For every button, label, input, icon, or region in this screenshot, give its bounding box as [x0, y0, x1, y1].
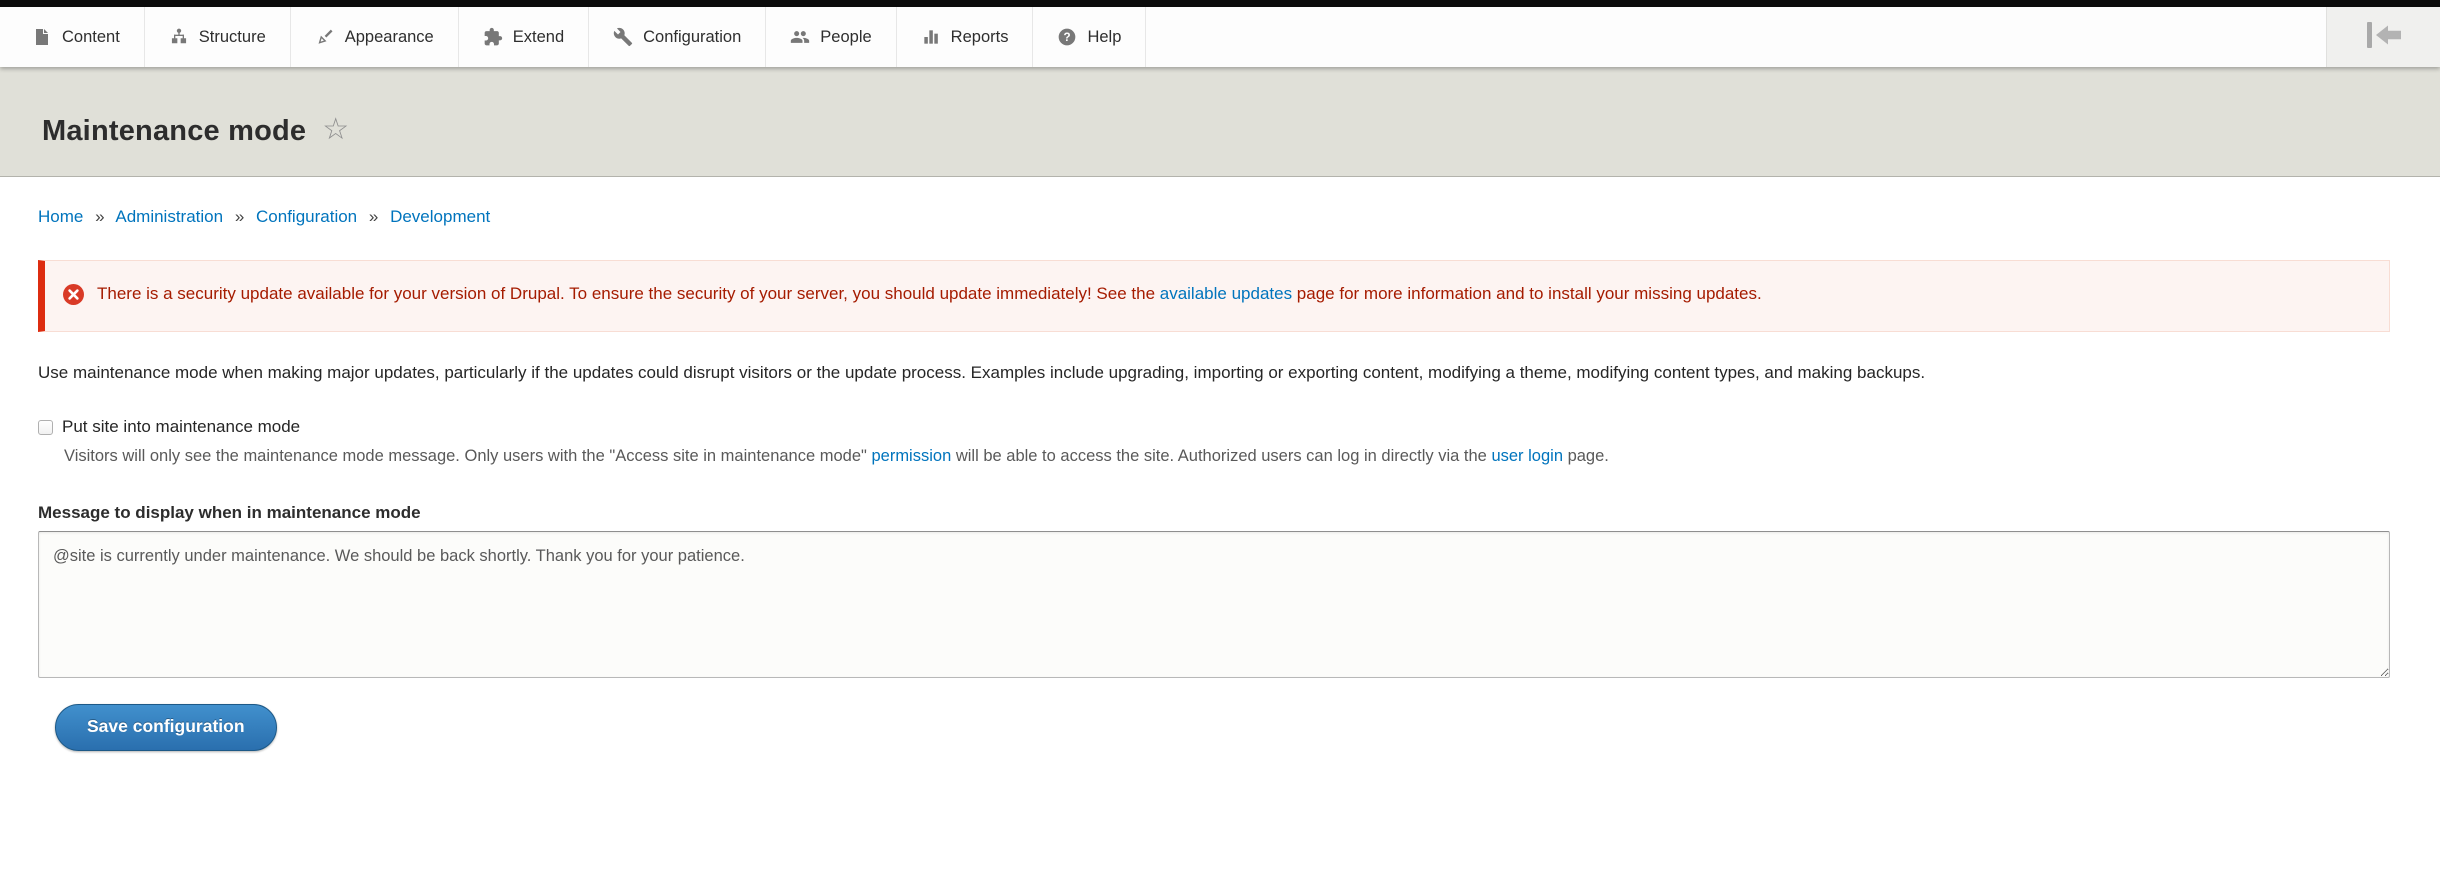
user-login-link[interactable]: user login: [1491, 447, 1563, 465]
toolbar-spacer: [1146, 7, 2326, 67]
description-text-after: page.: [1563, 447, 1609, 465]
admin-top-strip: [0, 0, 2440, 7]
collapse-toolbar-icon: [2367, 22, 2401, 53]
help-icon: ?: [1057, 27, 1077, 47]
toolbar-item-extend[interactable]: Extend: [459, 7, 589, 67]
message-field-label: Message to display when in maintenance m…: [38, 503, 2390, 523]
error-message-box: There is a security update available for…: [38, 260, 2390, 332]
toolbar-item-label: Content: [62, 28, 120, 47]
toolbar-item-structure[interactable]: Structure: [145, 7, 291, 67]
star-outline-icon[interactable]: ☆: [322, 115, 349, 145]
toolbar-item-appearance[interactable]: Appearance: [291, 7, 459, 67]
description-text-before: Visitors will only see the maintenance m…: [64, 447, 871, 465]
breadcrumb-separator: »: [235, 207, 244, 226]
error-text-after: page for more information and to install…: [1292, 284, 1762, 303]
collapse-toolbar-button[interactable]: [2326, 7, 2440, 67]
admin-toolbar: Content Structure Appearance Extend Conf…: [0, 7, 2440, 67]
breadcrumb-link-home[interactable]: Home: [38, 207, 83, 226]
error-message-text: There is a security update available for…: [97, 278, 1762, 310]
breadcrumb-link-configuration[interactable]: Configuration: [256, 207, 357, 226]
maintenance-mode-checkbox[interactable]: [38, 420, 53, 435]
toolbar-item-configuration[interactable]: Configuration: [589, 7, 766, 67]
maintenance-mode-description: Visitors will only see the maintenance m…: [64, 444, 2390, 469]
toolbar-item-label: Appearance: [345, 28, 434, 47]
page-header: Maintenance mode ☆: [0, 67, 2440, 177]
wrench-icon: [613, 27, 633, 47]
maintenance-message-textarea[interactable]: @site is currently under maintenance. We…: [38, 531, 2390, 678]
breadcrumb-separator: »: [95, 207, 104, 226]
page-title: Maintenance mode: [42, 115, 306, 148]
maintenance-mode-checkbox-row: Put site into maintenance mode: [38, 417, 2390, 437]
toolbar-item-label: Reports: [951, 28, 1009, 47]
paintbrush-icon: [315, 27, 335, 47]
toolbar-item-label: Help: [1087, 28, 1121, 47]
toolbar-item-help[interactable]: ? Help: [1033, 7, 1146, 67]
maintenance-intro-text: Use maintenance mode when making major u…: [38, 358, 2390, 387]
error-circle-x-icon: [63, 284, 84, 310]
sitemap-icon: [169, 27, 189, 47]
file-icon: [32, 27, 52, 47]
permission-link[interactable]: permission: [871, 447, 951, 465]
save-configuration-button[interactable]: Save configuration: [55, 704, 277, 751]
toolbar-item-reports[interactable]: Reports: [897, 7, 1034, 67]
breadcrumb: Home » Administration » Configuration » …: [38, 207, 2390, 227]
breadcrumb-separator: »: [369, 207, 378, 226]
description-text-middle: will be able to access the site. Authori…: [951, 447, 1491, 465]
toolbar-item-label: People: [820, 28, 871, 47]
breadcrumb-link-development[interactable]: Development: [390, 207, 490, 226]
maintenance-mode-checkbox-label[interactable]: Put site into maintenance mode: [62, 417, 300, 437]
toolbar-item-label: Configuration: [643, 28, 741, 47]
svg-text:?: ?: [1064, 31, 1071, 44]
people-icon: [790, 27, 810, 47]
toolbar-item-people[interactable]: People: [766, 7, 896, 67]
main-content: Home » Administration » Configuration » …: [0, 207, 2440, 751]
breadcrumb-link-administration[interactable]: Administration: [115, 207, 223, 226]
error-text-before: There is a security update available for…: [97, 284, 1160, 303]
bar-chart-icon: [921, 27, 941, 47]
toolbar-item-label: Extend: [513, 28, 564, 47]
available-updates-link[interactable]: available updates: [1160, 284, 1292, 303]
toolbar-item-label: Structure: [199, 28, 266, 47]
toolbar-item-content[interactable]: Content: [0, 7, 145, 67]
puzzle-icon: [483, 27, 503, 47]
